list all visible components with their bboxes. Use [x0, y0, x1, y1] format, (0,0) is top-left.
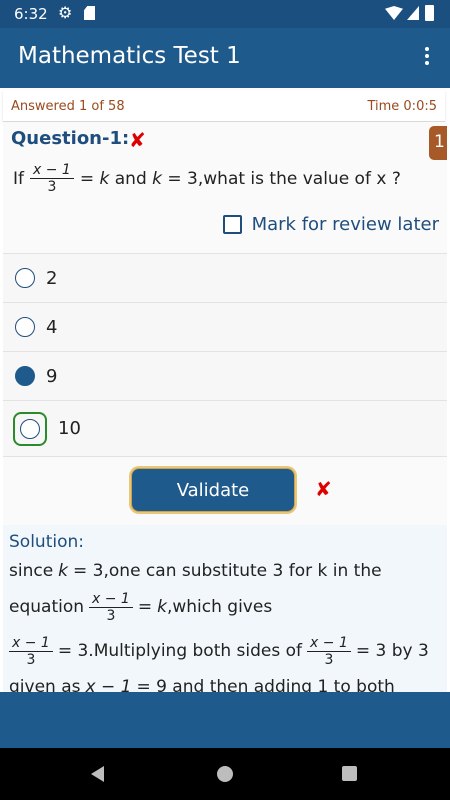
- more-options-icon[interactable]: [418, 44, 436, 70]
- gear-icon: ⚙: [58, 3, 73, 22]
- status-bar: 6:32 ⚙: [0, 0, 450, 28]
- review-label: Mark for review later: [251, 214, 439, 235]
- recents-icon[interactable]: [342, 766, 357, 781]
- fraction-numerator: x − 1: [30, 162, 74, 179]
- fraction-denominator: 3: [324, 651, 334, 668]
- wifi-icon: [385, 6, 403, 20]
- option-radio-selected[interactable]: [15, 366, 35, 386]
- solution-text: equation: [9, 597, 85, 617]
- var-k-2: k: [152, 168, 162, 189]
- question-body: = k and k = 3,what is the value of x ?: [80, 169, 401, 189]
- option-label: 2: [46, 267, 58, 289]
- wrong-answer-icon: ✘: [129, 128, 146, 152]
- question-heading: Question-1:: [11, 128, 130, 149]
- solution-line: given as x − 1 = 9 and then adding 1 to …: [9, 673, 441, 692]
- solution-expression: x − 1: [85, 677, 132, 692]
- solution-text: ,which gives: [166, 597, 273, 617]
- question-fraction: x − 1 3: [30, 162, 74, 195]
- option-row[interactable]: 2: [3, 253, 447, 302]
- answered-count: Answered 1 of 58: [11, 99, 125, 114]
- sd-card-icon: [84, 6, 95, 20]
- solution-text: = 3 by 3: [355, 641, 429, 661]
- question-number-tab[interactable]: 1: [429, 126, 447, 160]
- solution-text: =: [137, 597, 153, 617]
- validate-button[interactable]: Validate: [131, 468, 295, 512]
- option-radio[interactable]: [15, 317, 35, 337]
- solution-text: since: [9, 561, 54, 581]
- solution-panel: Solution: since k = 3,one can substitute…: [3, 525, 447, 692]
- elapsed-timer: Time 0:0:5: [367, 99, 437, 114]
- fraction-denominator: 3: [47, 179, 57, 195]
- question-suffix: = 3,what is the value of x ?: [162, 168, 401, 189]
- solution-fraction: x − 1 3: [307, 635, 351, 668]
- progress-bar-info: Answered 1 of 58 Time 0:0:5: [3, 90, 445, 122]
- fraction-numerator: x − 1: [307, 635, 351, 652]
- cell-signal-icon: [407, 6, 419, 20]
- validate-row: Validate ✘: [3, 463, 447, 525]
- home-icon[interactable]: [217, 766, 233, 782]
- option-label: 4: [46, 316, 58, 338]
- solution-text: = 9 and then adding 1 to both: [136, 677, 395, 692]
- solution-fraction: x − 1 3: [9, 635, 53, 668]
- option-row[interactable]: 4: [3, 302, 447, 351]
- var-k: k: [99, 168, 110, 189]
- question-text: If x − 1 3 = k and k = 3,what is the val…: [13, 162, 401, 195]
- mark-for-review[interactable]: Mark for review later: [222, 214, 439, 235]
- var-k: k: [58, 561, 69, 581]
- fraction-denominator: 3: [26, 651, 36, 668]
- option-row[interactable]: 10: [3, 400, 447, 457]
- and-text: and: [109, 168, 153, 189]
- result-wrong-icon: ✘: [315, 477, 332, 501]
- review-checkbox[interactable]: [222, 215, 242, 234]
- var-k: k: [157, 597, 167, 617]
- solution-text: = 3.Multiplying both sides of: [57, 641, 303, 661]
- solution-line: x − 1 3 = 3.Multiplying both sides of x …: [9, 629, 441, 673]
- option-radio[interactable]: [15, 268, 35, 288]
- solution-fraction: x − 1 3: [89, 591, 133, 624]
- fraction-numerator: x − 1: [9, 635, 53, 652]
- status-time: 6:32: [14, 5, 48, 23]
- battery-icon: [425, 5, 434, 21]
- option-radio[interactable]: [20, 418, 40, 439]
- solution-text-group: k,which gives: [157, 597, 272, 617]
- answer-options: 2 4 9 10: [3, 253, 447, 457]
- solution-text: given as: [9, 677, 81, 692]
- fraction-numerator: x − 1: [89, 591, 133, 608]
- back-icon[interactable]: [91, 766, 104, 782]
- solution-title: Solution:: [9, 532, 84, 552]
- question-content[interactable]: Question-1: ✘ 1 If x − 1 3 = k and k = 3…: [3, 122, 447, 692]
- option-label: 9: [46, 365, 58, 387]
- option-focus-ring: [13, 411, 47, 446]
- solution-line: equation x − 1 3 = k,which gives: [9, 585, 441, 629]
- system-nav-bar: [0, 748, 450, 800]
- app-bar: Mathematics Test 1: [0, 28, 450, 88]
- fraction-denominator: 3: [106, 607, 116, 624]
- option-label: 10: [58, 418, 81, 439]
- solution-line: since k = 3,one can substitute 3 for k i…: [9, 557, 441, 585]
- equals-sign: =: [79, 168, 100, 189]
- bottom-bar: [0, 692, 450, 748]
- question-prefix: If: [13, 168, 24, 189]
- app-title: Mathematics Test 1: [18, 43, 241, 69]
- option-row[interactable]: 9: [3, 351, 447, 400]
- solution-text: = 3,one can substitute 3 for k in the: [73, 561, 382, 581]
